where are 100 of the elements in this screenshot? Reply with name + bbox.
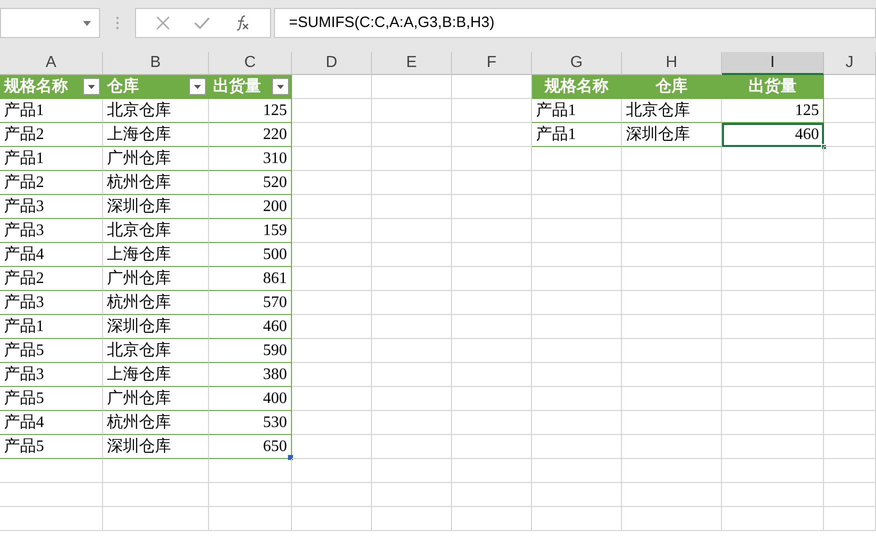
- table-cell[interactable]: 北京仓库: [622, 99, 722, 123]
- empty-cell[interactable]: [372, 339, 452, 363]
- empty-cell[interactable]: [452, 507, 532, 531]
- table-cell[interactable]: 杭州仓库: [103, 171, 209, 195]
- empty-cell[interactable]: [209, 483, 292, 507]
- empty-cell[interactable]: [292, 291, 372, 315]
- empty-cell[interactable]: [622, 291, 722, 315]
- empty-cell[interactable]: [0, 483, 103, 507]
- empty-cell[interactable]: [452, 219, 532, 243]
- table-cell[interactable]: 380: [209, 363, 292, 387]
- table-cell[interactable]: 产品4: [0, 243, 103, 267]
- empty-cell[interactable]: [722, 243, 824, 267]
- table-cell[interactable]: 460: [209, 315, 292, 339]
- empty-cell[interactable]: [722, 411, 824, 435]
- empty-cell[interactable]: [722, 387, 824, 411]
- empty-cell[interactable]: [292, 267, 372, 291]
- empty-cell[interactable]: [372, 435, 452, 459]
- empty-cell[interactable]: [452, 483, 532, 507]
- empty-cell[interactable]: [824, 147, 876, 171]
- filter-dropdown-button[interactable]: [83, 78, 100, 95]
- empty-cell[interactable]: [532, 147, 622, 171]
- empty-cell[interactable]: [372, 123, 452, 147]
- empty-cell[interactable]: [372, 219, 452, 243]
- table-cell[interactable]: 产品5: [0, 387, 103, 411]
- empty-cell[interactable]: [452, 363, 532, 387]
- empty-cell[interactable]: [292, 147, 372, 171]
- empty-cell[interactable]: [292, 483, 372, 507]
- empty-cell[interactable]: [722, 483, 824, 507]
- checkmark-icon[interactable]: [194, 17, 210, 29]
- empty-cell[interactable]: [532, 507, 622, 531]
- table-cell[interactable]: 125: [209, 99, 292, 123]
- empty-cell[interactable]: [292, 411, 372, 435]
- table-cell[interactable]: 产品4: [0, 411, 103, 435]
- empty-cell[interactable]: [292, 459, 372, 483]
- table-cell[interactable]: 460: [722, 123, 824, 147]
- empty-cell[interactable]: [372, 171, 452, 195]
- empty-cell[interactable]: [532, 291, 622, 315]
- table-cell[interactable]: 深圳仓库: [622, 123, 722, 147]
- empty-cell[interactable]: [532, 267, 622, 291]
- empty-cell[interactable]: [452, 243, 532, 267]
- table-cell[interactable]: 上海仓库: [103, 243, 209, 267]
- empty-cell[interactable]: [372, 411, 452, 435]
- empty-cell[interactable]: [292, 195, 372, 219]
- table-cell[interactable]: 北京仓库: [103, 339, 209, 363]
- empty-cell[interactable]: [824, 243, 876, 267]
- empty-cell[interactable]: [722, 219, 824, 243]
- empty-cell[interactable]: [452, 339, 532, 363]
- empty-cell[interactable]: [622, 507, 722, 531]
- table-cell[interactable]: 北京仓库: [103, 219, 209, 243]
- empty-cell[interactable]: [452, 435, 532, 459]
- empty-cell[interactable]: [372, 267, 452, 291]
- empty-cell[interactable]: [532, 459, 622, 483]
- empty-cell[interactable]: [722, 507, 824, 531]
- table-cell[interactable]: 产品2: [0, 267, 103, 291]
- empty-cell[interactable]: [824, 363, 876, 387]
- empty-cell[interactable]: [824, 483, 876, 507]
- empty-cell[interactable]: [292, 363, 372, 387]
- table-cell[interactable]: 861: [209, 267, 292, 291]
- empty-cell[interactable]: [622, 171, 722, 195]
- table-cell[interactable]: 杭州仓库: [103, 411, 209, 435]
- empty-cell[interactable]: [722, 267, 824, 291]
- empty-cell[interactable]: [824, 195, 876, 219]
- empty-cell[interactable]: [622, 147, 722, 171]
- table-cell[interactable]: 200: [209, 195, 292, 219]
- empty-cell[interactable]: [532, 387, 622, 411]
- empty-cell[interactable]: [722, 147, 824, 171]
- table-cell[interactable]: 上海仓库: [103, 363, 209, 387]
- table-cell[interactable]: 650: [209, 435, 292, 459]
- empty-cell[interactable]: [532, 483, 622, 507]
- table-cell[interactable]: 深圳仓库: [103, 435, 209, 459]
- empty-cell[interactable]: [622, 387, 722, 411]
- empty-cell[interactable]: [372, 507, 452, 531]
- table-cell[interactable]: 产品2: [0, 171, 103, 195]
- empty-cell[interactable]: [372, 243, 452, 267]
- empty-cell[interactable]: [622, 243, 722, 267]
- empty-cell[interactable]: [372, 195, 452, 219]
- close-icon[interactable]: [156, 16, 170, 30]
- empty-cell[interactable]: [622, 195, 722, 219]
- empty-cell[interactable]: [372, 291, 452, 315]
- empty-cell[interactable]: [824, 123, 876, 147]
- empty-cell[interactable]: [452, 123, 532, 147]
- table-cell[interactable]: 产品1: [0, 99, 103, 123]
- empty-cell[interactable]: [372, 387, 452, 411]
- table-cell[interactable]: 570: [209, 291, 292, 315]
- table-cell[interactable]: 深圳仓库: [103, 315, 209, 339]
- table-cell[interactable]: 杭州仓库: [103, 291, 209, 315]
- empty-cell[interactable]: [0, 459, 103, 483]
- empty-cell[interactable]: [292, 387, 372, 411]
- empty-cell[interactable]: [452, 291, 532, 315]
- table-cell[interactable]: 220: [209, 123, 292, 147]
- empty-cell[interactable]: [372, 147, 452, 171]
- empty-cell[interactable]: [372, 459, 452, 483]
- empty-cell[interactable]: [452, 99, 532, 123]
- table-cell[interactable]: 产品1: [0, 147, 103, 171]
- empty-cell[interactable]: [824, 387, 876, 411]
- empty-cell[interactable]: [622, 219, 722, 243]
- table-cell[interactable]: 产品1: [532, 99, 622, 123]
- empty-cell[interactable]: [824, 339, 876, 363]
- empty-cell[interactable]: [824, 291, 876, 315]
- empty-cell[interactable]: [372, 363, 452, 387]
